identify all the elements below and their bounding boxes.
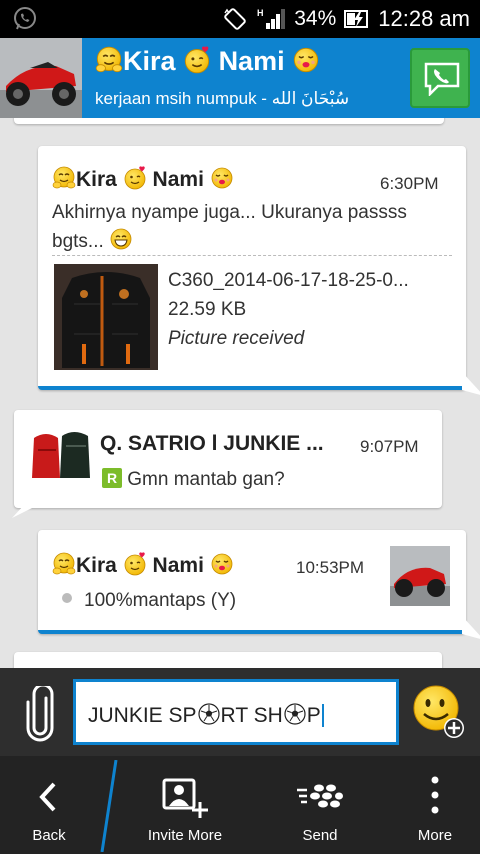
message-bubble[interactable]: Kira Nami 6:30PM Akhirnya nyampe juga...…: [38, 146, 480, 395]
invite-more-label: Invite More: [147, 827, 223, 844]
hug-emoji-icon: [52, 552, 76, 576]
emoticon-picker-icon[interactable]: [412, 684, 466, 740]
message-text: Akhirnya nyampe juga... Ukuranya passss …: [52, 202, 407, 252]
bbm-send-icon: [297, 784, 343, 808]
back-button[interactable]: Back: [0, 756, 98, 854]
message-input[interactable]: JUNKIE SPRT SHP​: [73, 679, 399, 745]
kiss-emoji-icon: [210, 552, 234, 576]
more-label: More: [417, 827, 453, 844]
message-time: 10:53PM: [296, 558, 365, 577]
soccer-ball-icon: [283, 702, 307, 726]
message-bubble[interactable]: Q. SATRIO l JUNKIE ... 9:07PM R Gmn mant…: [12, 410, 442, 518]
attachment-filename: C360_2014-06-17-18-25-0...: [168, 270, 409, 291]
attachment-info: C360_2014-06-17-18-25-0... 22.59 KB Pict…: [168, 266, 409, 353]
chat-header: Kira Nami kerjaan msih numpuk - سُبْحَان…: [0, 38, 480, 118]
rotate-icon: [224, 8, 247, 30]
soccer-ball-icon: [197, 702, 221, 726]
sender-avatar[interactable]: [30, 428, 92, 480]
attachment-size: 22.59 KB: [168, 299, 247, 320]
send-label: Send: [302, 827, 338, 844]
bubble-tail: [462, 372, 480, 395]
heart-eyes-emoji-icon: [183, 46, 211, 74]
heart-eyes-emoji-icon: [123, 552, 147, 576]
bottom-action-bar: Back Invite More Send More: [0, 756, 480, 854]
divider: [100, 760, 118, 852]
signal-icon: H: [257, 8, 286, 29]
send-button[interactable]: Send: [260, 756, 380, 854]
battery-charging-icon: [344, 10, 369, 28]
message-text: 100%mantaps (Y): [62, 587, 236, 615]
picture-thumbnail[interactable]: [54, 264, 158, 370]
add-contact-icon: [162, 778, 208, 818]
heart-eyes-emoji-icon: [123, 166, 147, 190]
hug-emoji-icon: [52, 166, 76, 190]
message-time: 9:07PM: [360, 437, 419, 456]
more-vertical-icon: [431, 776, 439, 814]
clock: 12:28 am: [378, 6, 470, 31]
composer-bar: JUNKIE SPRT SHP​: [0, 668, 480, 756]
call-button[interactable]: [410, 48, 470, 108]
sender-avatar[interactable]: [390, 546, 450, 606]
hug-emoji-icon: [95, 46, 123, 74]
bubble-tail: [12, 492, 36, 518]
attachment-status: Picture received: [168, 328, 305, 349]
status-bar: H 34% 12:28 am: [0, 0, 480, 38]
more-button[interactable]: More: [390, 756, 480, 854]
message-bubble-partial: [14, 652, 442, 668]
message-sender: Q. SATRIO l JUNKIE ...: [100, 432, 324, 455]
contact-status: kerjaan msih numpuk - سُبْحَانَ الله: [95, 89, 350, 108]
svg-text:H: H: [257, 8, 264, 18]
read-status-icon: [62, 593, 72, 603]
battery-percent: 34%: [294, 7, 337, 30]
chevron-left-icon: [39, 782, 56, 812]
grin-emoji-icon: [109, 227, 133, 251]
chat-area[interactable]: Kira Nami 6:30PM Akhirnya nyampe juga...…: [0, 118, 480, 668]
whatsapp-icon: [14, 7, 36, 30]
message-time: 6:30PM: [380, 174, 439, 193]
bubble-tail: [462, 616, 480, 639]
message-sender: Kira Nami: [52, 166, 234, 192]
r-badge-icon: R: [102, 468, 122, 488]
kiss-emoji-icon: [210, 166, 234, 190]
contact-avatar[interactable]: [0, 38, 82, 118]
message-bubble-previous: [14, 118, 444, 124]
back-label: Back: [32, 827, 66, 844]
phone-icon: [424, 62, 460, 96]
attach-paperclip-icon[interactable]: [24, 686, 58, 742]
invite-more-button[interactable]: Invite More: [120, 756, 250, 854]
divider: [52, 255, 452, 256]
kiss-emoji-icon: [292, 46, 320, 74]
message-sender: Kira Nami: [52, 552, 234, 578]
message-text: R Gmn mantab gan?: [102, 466, 285, 494]
text-cursor: ​: [321, 704, 324, 727]
contact-name: Kira Nami: [95, 46, 320, 77]
message-bubble[interactable]: Kira Nami 10:53PM 100%mantaps (Y): [38, 530, 480, 639]
